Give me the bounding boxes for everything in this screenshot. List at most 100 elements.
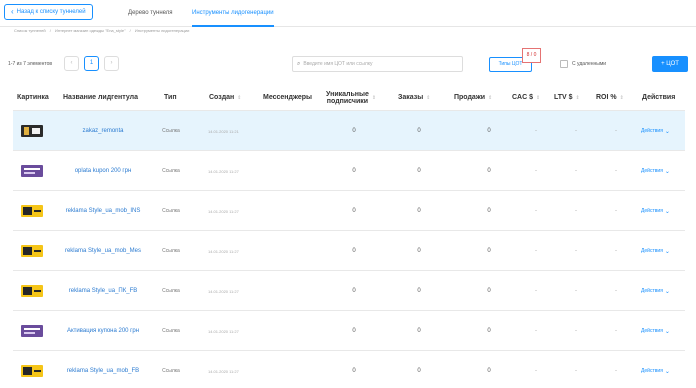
row-created: 14.01.2020 11:27 (208, 368, 239, 374)
leadgen-name-link[interactable]: oplata kupon 200 грн (58, 151, 148, 191)
row-orders: 0 (417, 328, 421, 334)
sort-icon[interactable]: ⇕ (620, 95, 624, 101)
row-actions-dropdown[interactable]: Действия ⌄ (641, 271, 685, 311)
actions-label: Действия (641, 328, 663, 334)
row-orders: 0 (417, 208, 421, 214)
table-row[interactable]: reklama Style_ua_ПК_FB Ссылка 14.01.2020… (13, 271, 685, 311)
breadcrumb-separator: / (129, 28, 131, 33)
row-type: Ссылка (162, 168, 180, 174)
leadgen-name-link[interactable]: reklama Style_ua_mob_FB (58, 351, 148, 388)
add-leadgen-button[interactable]: + ЦОТ (652, 56, 688, 72)
row-actions-dropdown[interactable]: Действия ⌄ (641, 311, 685, 351)
row-ltv: - (575, 168, 577, 174)
page-number-button[interactable]: 1 (84, 56, 99, 71)
row-actions-dropdown[interactable]: Действия ⌄ (641, 191, 685, 231)
tab-tunnel-tree[interactable]: Дерево туннеля (128, 0, 173, 27)
row-cac: - (535, 128, 537, 134)
row-thumbnail (21, 205, 43, 217)
row-type: Ссылка (162, 248, 180, 254)
row-actions-dropdown[interactable]: Действия ⌄ (641, 111, 685, 151)
deleted-checkbox[interactable] (560, 60, 568, 68)
chevron-left-icon: ‹ (70, 60, 73, 66)
table-row[interactable]: oplata kupon 200 грн Ссылка 14.01.2020 1… (13, 151, 685, 191)
col-messengers: Мессенджеры (263, 84, 312, 111)
row-created: 14.01.2020 11:27 (208, 328, 239, 334)
row-ltv: - (575, 328, 577, 334)
row-unique: 0 (352, 368, 356, 374)
col-unique-label-1: Уникальные (326, 90, 369, 98)
col-created[interactable]: Создан ⇕ (209, 84, 242, 111)
search-input[interactable] (303, 61, 454, 67)
col-actions-label: Действия (642, 94, 676, 101)
row-thumbnail (21, 285, 43, 297)
tab-leadgen-tools[interactable]: Инструменты лидогенерации (192, 0, 274, 27)
row-sales: 0 (487, 328, 491, 334)
row-roi: - (615, 288, 617, 294)
chevron-down-icon: ⌄ (664, 328, 670, 335)
breadcrumb-tunnels-link[interactable]: Список туннелей (14, 28, 46, 33)
row-unique: 0 (352, 328, 356, 334)
actions-label: Действия (641, 128, 663, 134)
row-unique: 0 (352, 128, 356, 134)
col-picture: Картинка (17, 84, 49, 111)
row-thumbnail (21, 245, 43, 257)
deleted-label: С удаленными (572, 61, 607, 67)
col-sales[interactable]: Продажи ⇕ (454, 84, 492, 111)
actions-label: Действия (641, 168, 663, 174)
col-orders[interactable]: Заказы ⇕ (398, 84, 430, 111)
row-thumbnail (21, 125, 43, 137)
table-row[interactable]: reklama Style_ua_mob_Mes Ссылка 14.01.20… (13, 231, 685, 271)
row-actions-dropdown[interactable]: Действия ⌄ (641, 351, 685, 388)
row-created: 14.01.2020 11:27 (208, 168, 239, 174)
back-to-tunnels-button[interactable]: ‹ Назад к списку туннелей (4, 4, 93, 20)
chevron-down-icon: ⌄ (664, 128, 670, 135)
sort-icon[interactable]: ⇕ (536, 95, 540, 101)
table-row[interactable]: Активация купона 200 грн Ссылка 14.01.20… (13, 311, 685, 351)
col-name: Название лидгентула (63, 84, 138, 111)
prev-page-button[interactable]: ‹ (64, 56, 79, 71)
breadcrumb-shop-link[interactable]: Интернет магазин одежды "Ena_style" (55, 28, 126, 33)
sort-icon[interactable]: ⇕ (488, 95, 492, 101)
leadgen-name-link[interactable]: Активация купона 200 грн (58, 311, 148, 351)
row-unique: 0 (352, 208, 356, 214)
col-cac[interactable]: CAC $ ⇕ (512, 84, 540, 111)
col-roi-label: ROI % (596, 94, 617, 101)
leadgen-name-link[interactable]: reklama Style_ua_mob_INS (58, 191, 148, 231)
chevron-down-icon: ⌄ (664, 368, 670, 375)
leadgen-table: Картинка Название лидгентула Тип Создан ⇕… (13, 84, 685, 388)
table-row[interactable]: reklama Style_ua_mob_INS Ссылка 14.01.20… (13, 191, 685, 231)
row-roi: - (615, 368, 617, 374)
leadgen-name-link[interactable]: reklama Style_ua_mob_Mes (58, 231, 148, 271)
row-cac: - (535, 328, 537, 334)
col-type-label: Тип (164, 94, 177, 101)
table-row[interactable]: reklama Style_ua_mob_FB Ссылка 14.01.202… (13, 351, 685, 388)
col-unique[interactable]: Уникальные подписчики ⇕ (326, 84, 376, 111)
table-header: Картинка Название лидгентула Тип Создан ⇕… (13, 84, 685, 111)
sort-icon[interactable]: ⇕ (237, 95, 241, 101)
row-actions-dropdown[interactable]: Действия ⌄ (641, 151, 685, 191)
col-roi[interactable]: ROI % ⇕ (596, 84, 624, 111)
row-type: Ссылка (162, 368, 180, 374)
leadgen-name-link[interactable]: zakaz_remonta (58, 111, 148, 151)
row-orders: 0 (417, 368, 421, 374)
row-type: Ссылка (162, 328, 180, 334)
row-actions-dropdown[interactable]: Действия ⌄ (641, 231, 685, 271)
table-row[interactable]: zakaz_remonta Ссылка 14.01.2020 11:21 0 … (13, 111, 685, 151)
search-box: ⌕ (292, 56, 463, 72)
row-cac: - (535, 168, 537, 174)
row-cac: - (535, 248, 537, 254)
next-page-button[interactable]: › (104, 56, 119, 71)
leadgen-name-link[interactable]: reklama Style_ua_ПК_FB (58, 271, 148, 311)
sort-icon[interactable]: ⇕ (426, 95, 430, 101)
row-sales: 0 (487, 248, 491, 254)
col-ltv[interactable]: LTV $ ⇕ (554, 84, 580, 111)
row-cac: - (535, 208, 537, 214)
show-deleted-toggle[interactable]: С удаленными (560, 60, 606, 68)
actions-label: Действия (641, 288, 663, 294)
sort-icon[interactable]: ⇕ (372, 95, 376, 101)
chevron-right-icon: › (110, 60, 113, 66)
actions-label: Действия (641, 368, 663, 374)
sort-icon[interactable]: ⇕ (576, 95, 580, 101)
row-roi: - (615, 328, 617, 334)
row-sales: 0 (487, 128, 491, 134)
